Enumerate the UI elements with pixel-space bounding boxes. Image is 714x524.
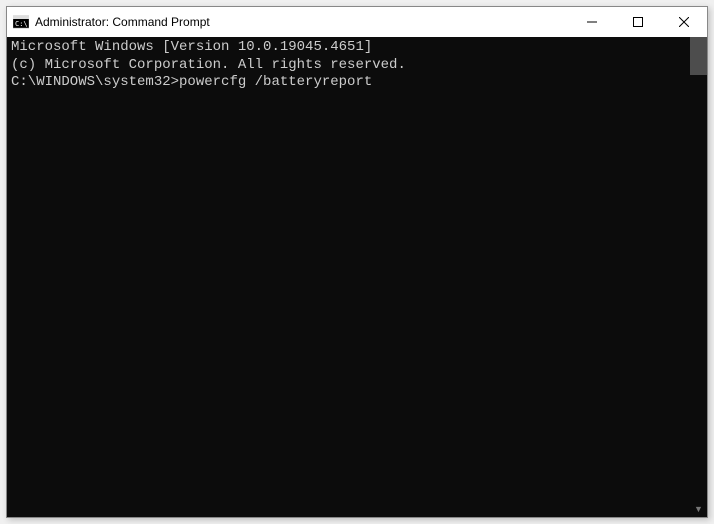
minimize-button[interactable] xyxy=(569,7,615,37)
terminal-output[interactable]: Microsoft Windows [Version 10.0.19045.46… xyxy=(7,37,690,517)
window-controls xyxy=(569,7,707,37)
scroll-thumb[interactable] xyxy=(690,37,707,75)
prompt-line: C:\WINDOWS\system32>powercfg /batteryrep… xyxy=(11,74,686,92)
maximize-button[interactable] xyxy=(615,7,661,37)
copyright-line: (c) Microsoft Corporation. All rights re… xyxy=(11,57,686,75)
vertical-scrollbar[interactable]: ▲ ▼ xyxy=(690,37,707,517)
command-prompt-window: C:\ Administrator: Command Prompt Micros… xyxy=(6,6,708,518)
scroll-down-arrow-icon[interactable]: ▼ xyxy=(690,500,707,517)
command-input[interactable]: powercfg /batteryreport xyxy=(179,74,372,90)
titlebar[interactable]: C:\ Administrator: Command Prompt xyxy=(7,7,707,37)
version-line: Microsoft Windows [Version 10.0.19045.46… xyxy=(11,39,686,57)
command-prompt-icon: C:\ xyxy=(13,14,29,30)
window-title: Administrator: Command Prompt xyxy=(35,15,210,29)
close-button[interactable] xyxy=(661,7,707,37)
svg-text:C:\: C:\ xyxy=(15,20,28,28)
terminal-area: Microsoft Windows [Version 10.0.19045.46… xyxy=(7,37,707,517)
titlebar-left: C:\ Administrator: Command Prompt xyxy=(7,14,210,30)
prompt-path: C:\WINDOWS\system32> xyxy=(11,74,179,90)
